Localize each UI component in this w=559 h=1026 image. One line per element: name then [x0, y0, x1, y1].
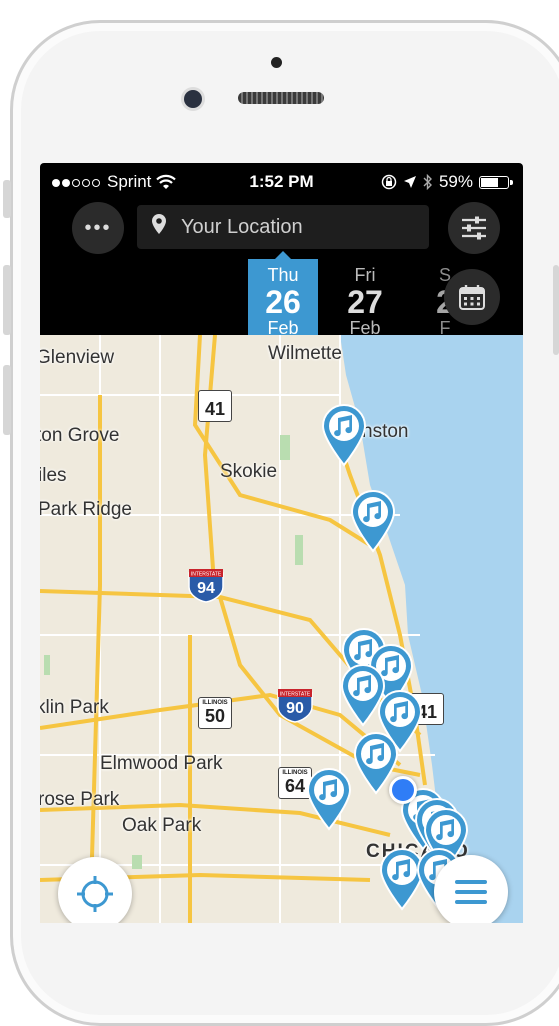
date-weekday: Thu: [267, 265, 299, 285]
front-camera: [184, 90, 202, 108]
current-location-dot: [389, 776, 417, 804]
hamburger-menu-icon: [455, 880, 487, 904]
volume-up-button: [3, 265, 11, 335]
search-toolbar: ••• Your Location: [40, 199, 523, 259]
location-search-field[interactable]: Your Location: [137, 205, 429, 249]
map-label-park-ridge: Park Ridge: [40, 499, 132, 520]
app-screen: Sprint 1:52 PM 59% ••• Your Location Thu…: [40, 163, 523, 923]
map-label-elmwood-park: Elmwood Park: [100, 753, 223, 774]
filters-button[interactable]: [448, 202, 500, 254]
map-label-morton-grove: ton Grove: [40, 425, 120, 446]
location-arrow-icon: [403, 176, 416, 188]
menu-button[interactable]: [434, 855, 508, 923]
il-50-shield: ILLINOIS 50: [198, 697, 232, 729]
earpiece-speaker: [238, 92, 324, 104]
date-selector: Thu 26 Feb Fri 27 Feb S 2 F: [40, 251, 523, 351]
status-bar: Sprint 1:52 PM 59%: [40, 163, 523, 199]
route-number: 41: [204, 399, 226, 419]
interstate-label: INTERSTATE: [280, 692, 311, 698]
event-marker[interactable]: [306, 767, 352, 831]
map-label-franklin-park: klin Park: [40, 697, 109, 718]
map-view[interactable]: Glenview Wilmette nston ton Grove Skokie…: [40, 335, 523, 923]
state-label: ILLINOIS: [202, 700, 228, 706]
battery-percent: 59%: [438, 172, 473, 191]
event-marker[interactable]: [321, 403, 367, 467]
rotation-lock-icon: [381, 174, 397, 190]
date-day: 27: [347, 284, 383, 320]
location-placeholder: Your Location: [181, 215, 303, 238]
map-label-evanston: nston: [362, 421, 409, 442]
map-label-melrose-park: rose Park: [40, 789, 120, 810]
interstate-90-shield: INTERSTATE 90: [277, 689, 313, 723]
calendar-icon: [459, 285, 485, 310]
map-label-skokie: Skokie: [220, 461, 278, 482]
volume-down-button: [3, 365, 11, 435]
route-number: 94: [197, 580, 215, 597]
date-weekday: Fri: [354, 265, 376, 285]
date-day: 26: [265, 284, 301, 320]
crosshair-icon: [77, 876, 113, 912]
locate-me-button[interactable]: [58, 857, 132, 923]
map-label-niles: iles: [40, 465, 67, 486]
mute-switch: [3, 180, 11, 218]
interstate-label: INTERSTATE: [191, 572, 222, 578]
battery-icon: [479, 175, 513, 189]
more-options-button[interactable]: •••: [72, 202, 124, 254]
map-label-oak-park: Oak Park: [122, 815, 202, 836]
us-41-north-shield: 41: [198, 390, 232, 422]
date-item-fri-27[interactable]: Fri 27 Feb: [330, 259, 400, 339]
event-marker[interactable]: [350, 489, 396, 553]
route-number: 50: [204, 706, 226, 726]
map-label-glenview: Glenview: [40, 347, 115, 368]
route-number: 64: [284, 776, 306, 796]
bluetooth-icon: [423, 174, 432, 190]
map-label-wilmette: Wilmette: [268, 343, 342, 364]
power-button: [553, 265, 559, 355]
sliders-icon: [462, 216, 486, 240]
map-pin-icon: [152, 214, 166, 234]
interstate-94-shield: INTERSTATE 94: [188, 569, 224, 603]
proximity-sensor: [271, 57, 282, 68]
ellipsis-icon: •••: [84, 216, 112, 239]
route-number: 90: [286, 700, 304, 717]
calendar-button[interactable]: [444, 269, 500, 325]
